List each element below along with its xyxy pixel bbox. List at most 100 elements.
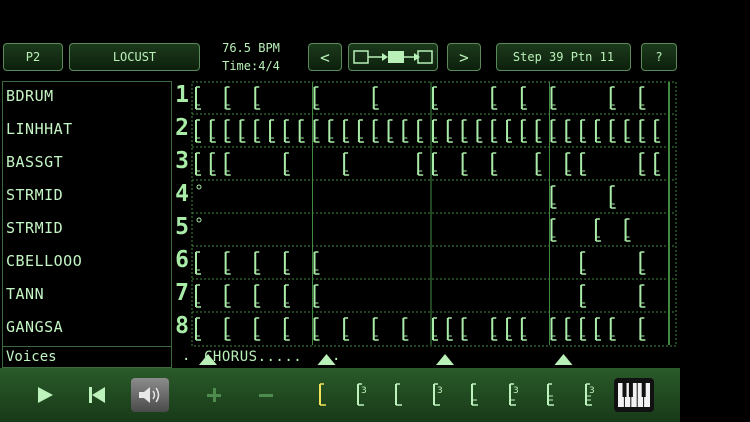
note-step[interactable] (298, 119, 305, 143)
note-step[interactable] (550, 185, 557, 209)
add-button[interactable] (200, 368, 228, 422)
note-step[interactable] (372, 317, 379, 341)
note-step[interactable] (520, 86, 527, 110)
note-step[interactable] (639, 284, 646, 308)
note-step[interactable] (565, 317, 572, 341)
note-half-icon[interactable] (395, 383, 402, 406)
note-step[interactable] (580, 251, 587, 275)
note-step[interactable] (580, 284, 587, 308)
note-triplet-quarter-icon[interactable]: 3 (433, 383, 443, 406)
note-step[interactable] (402, 317, 409, 341)
note-step[interactable] (224, 251, 231, 275)
step-pattern-button[interactable]: Step 39 Ptn 11 (496, 43, 631, 71)
note-step[interactable] (520, 317, 527, 341)
note-step[interactable] (609, 86, 616, 110)
note-step[interactable] (195, 284, 201, 308)
note-step[interactable] (195, 317, 201, 341)
note-step[interactable] (550, 317, 557, 341)
note-step[interactable] (476, 119, 483, 143)
note-step[interactable] (461, 317, 468, 341)
note-step[interactable] (417, 152, 424, 176)
note-step[interactable] (580, 317, 587, 341)
note-step[interactable] (639, 152, 646, 176)
note-step[interactable] (254, 317, 261, 341)
note-step[interactable] (372, 86, 379, 110)
note-step[interactable] (639, 119, 646, 143)
note-step[interactable] (313, 86, 320, 110)
note-step[interactable] (594, 317, 601, 341)
sound-toggle-button[interactable] (130, 368, 170, 422)
note-step[interactable] (624, 119, 631, 143)
note-step[interactable] (609, 317, 616, 341)
keyboard-button[interactable] (612, 368, 656, 422)
note-step[interactable] (550, 86, 557, 110)
note-step[interactable] (372, 119, 379, 143)
note-step[interactable] (565, 119, 572, 143)
voice-2[interactable]: LINHHAT (6, 115, 73, 143)
remove-button[interactable] (252, 368, 280, 422)
note-step[interactable] (224, 152, 231, 176)
section-marker[interactable] (554, 354, 573, 365)
note-triplet-sixteenth-icon[interactable]: 3 (585, 383, 595, 406)
note-step[interactable] (313, 284, 320, 308)
note-step[interactable] (609, 185, 616, 209)
note-step[interactable] (283, 251, 290, 275)
note-triplet-half-icon[interactable]: 3 (357, 383, 367, 406)
note-step[interactable] (195, 119, 201, 143)
note-step[interactable] (313, 119, 320, 143)
note-length-palette[interactable]: 3 3 3 3 (300, 368, 610, 422)
loop-mode-button[interactable] (348, 43, 438, 71)
note-step[interactable] (195, 251, 201, 275)
note-step[interactable] (580, 152, 587, 176)
note-step[interactable] (328, 119, 335, 143)
note-step[interactable] (239, 119, 246, 143)
voice-4[interactable]: STRMID (6, 181, 63, 209)
section-marker[interactable] (317, 354, 336, 365)
note-step[interactable] (609, 119, 616, 143)
note-step[interactable] (639, 317, 646, 341)
note-whole-icon[interactable] (319, 383, 326, 406)
note-step[interactable] (224, 284, 231, 308)
voice-6[interactable]: CBELLOOO (6, 247, 82, 275)
note-step[interactable] (283, 317, 290, 341)
note-step[interactable] (550, 218, 557, 242)
voice-3[interactable]: BASSGT (6, 148, 63, 176)
note-step[interactable] (254, 86, 261, 110)
note-step[interactable] (283, 119, 290, 143)
note-step[interactable] (402, 119, 409, 143)
voice-1[interactable]: BDRUM (6, 82, 54, 110)
note-step[interactable] (432, 86, 438, 110)
part-button[interactable]: P2 (3, 43, 63, 71)
play-button[interactable] (28, 368, 62, 422)
note-step[interactable] (654, 152, 661, 176)
note-step[interactable] (491, 86, 498, 110)
note-step[interactable] (594, 218, 601, 242)
note-step[interactable] (639, 86, 646, 110)
note-step[interactable] (343, 152, 350, 176)
section-row[interactable]: . CHORUS..... . (178, 348, 678, 368)
note-step[interactable] (209, 119, 216, 143)
rewind-button[interactable] (80, 368, 114, 422)
note-step[interactable] (550, 119, 557, 143)
note-step[interactable] (520, 119, 527, 143)
note-step[interactable] (446, 317, 453, 341)
note-step[interactable] (343, 317, 350, 341)
voice-8[interactable]: GANGSA (6, 313, 63, 341)
note-step[interactable] (313, 251, 320, 275)
note-step[interactable] (624, 218, 631, 242)
voice-5[interactable]: STRMID (6, 214, 63, 242)
note-step[interactable] (254, 284, 261, 308)
next-pattern-button[interactable]: > (447, 43, 481, 71)
note-step[interactable] (535, 152, 542, 176)
note-step[interactable] (387, 119, 394, 143)
prev-pattern-button[interactable]: < (308, 43, 342, 71)
note-step[interactable] (357, 119, 364, 143)
note-triplet-eighth-icon[interactable]: 3 (509, 383, 519, 406)
note-eighth-icon[interactable] (547, 383, 554, 406)
note-step[interactable] (283, 152, 290, 176)
note-step[interactable] (283, 284, 290, 308)
sequencer-grid[interactable] (191, 81, 679, 347)
note-step[interactable] (491, 317, 498, 341)
note-step[interactable] (594, 119, 601, 143)
section-marker[interactable] (199, 354, 217, 365)
